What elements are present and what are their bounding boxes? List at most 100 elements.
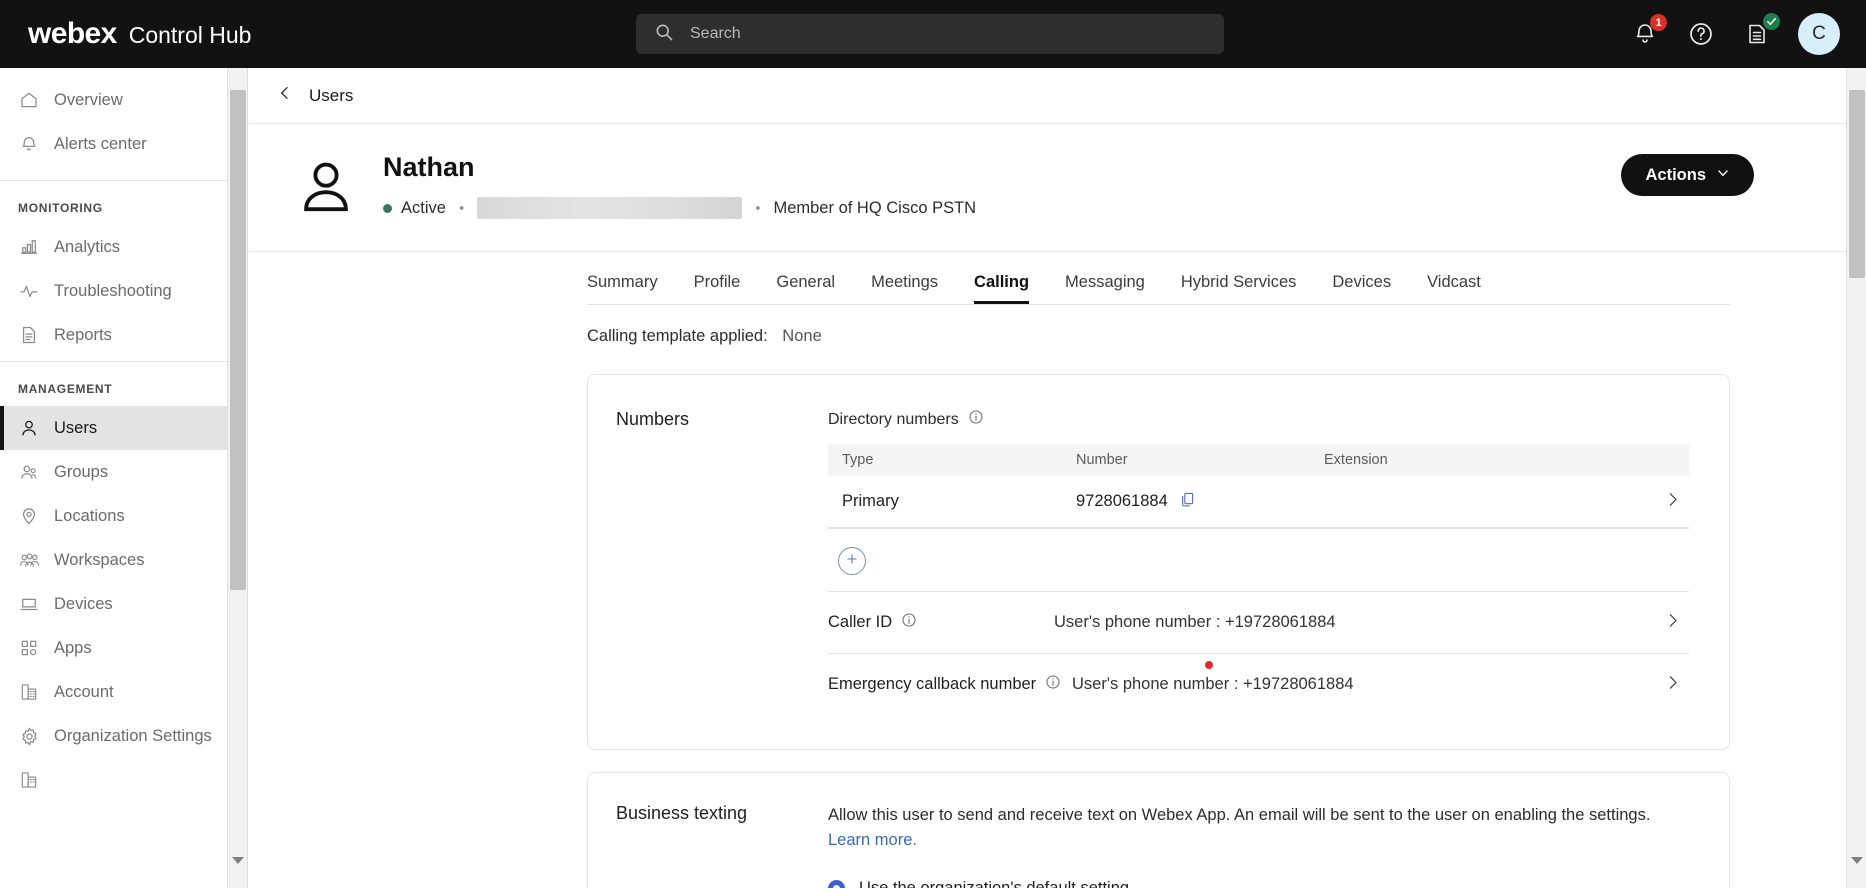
search-input[interactable]: Search (636, 14, 1224, 54)
emergency-callback-number-row[interactable]: Emergency callback number User's phone n… (828, 653, 1689, 715)
tab-devices[interactable]: Devices (1332, 273, 1391, 304)
sidebar-item-users[interactable]: Users (0, 406, 227, 450)
column-header-type: Type (842, 452, 874, 468)
search-icon (654, 22, 674, 47)
numbers-card-title: Numbers (616, 409, 690, 429)
status-badge: Active (401, 198, 446, 217)
directory-numbers-table: Type Number Extension Primary 9728061884 (828, 444, 1689, 529)
help-icon[interactable] (1686, 19, 1716, 49)
tab-profile[interactable]: Profile (694, 273, 741, 304)
table-row[interactable]: Primary 9728061884 (828, 476, 1689, 528)
tasks-complete-check-icon (1763, 13, 1780, 30)
breadcrumb-back-users[interactable]: Users (277, 85, 353, 106)
tasks-icon[interactable] (1742, 13, 1780, 49)
sidebar-section-heading-monitoring: MONITORING (18, 201, 103, 215)
user-meta-row: Active • • Member of HQ Cisco PSTN (383, 197, 976, 219)
sidebar-item-partial[interactable] (0, 758, 227, 802)
chevron-right-icon[interactable] (1664, 491, 1681, 513)
top-navigation-bar: webex Control Hub Search 1 C (0, 0, 1866, 68)
avatar[interactable]: C (1798, 13, 1840, 55)
directory-numbers-label-row: Directory numbers (828, 409, 1689, 430)
sidebar-item-devices[interactable]: Devices (0, 582, 227, 626)
sidebar-section-heading-management: MANAGEMENT (18, 382, 113, 396)
radio-option-label: Use the organization's default setting (859, 878, 1130, 888)
table-header-row: Type Number Extension (828, 444, 1689, 476)
bell-icon[interactable]: 1 (1630, 14, 1667, 49)
brand-logo[interactable]: webex Control Hub (28, 17, 251, 51)
sidebar-item-label: Apps (54, 638, 92, 657)
info-icon[interactable] (968, 409, 984, 430)
cell-number-wrap: 9728061884 (1076, 491, 1324, 513)
brand-webex-text: webex (28, 17, 117, 50)
sidebar-navigation: Overview Alerts center MONITORING Analyt… (0, 68, 228, 888)
user-email-redacted (477, 197, 743, 219)
sidebar-item-troubleshooting[interactable]: Troubleshooting (0, 269, 227, 313)
search-placeholder-text: Search (690, 25, 741, 42)
tab-vidcast[interactable]: Vidcast (1427, 273, 1481, 304)
caller-id-label-wrap: Caller ID (828, 612, 1054, 633)
sidebar-item-overview[interactable]: Overview (0, 78, 227, 122)
calling-template-row: Calling template applied: None (249, 305, 1846, 346)
actions-button[interactable]: Actions (1621, 154, 1754, 196)
caller-id-row[interactable]: Caller ID User's phone number : +1972806… (828, 591, 1689, 653)
workspaces-icon (18, 549, 40, 571)
calling-template-value: None (782, 327, 822, 345)
business-texting-description: Allow this user to send and receive text… (828, 803, 1689, 853)
sidebar-item-workspaces[interactable]: Workspaces (0, 538, 227, 582)
tab-general[interactable]: General (776, 273, 835, 304)
user-header: Nathan Active • • Member of HQ Cisco PST… (249, 124, 1846, 219)
tab-hybrid-services[interactable]: Hybrid Services (1181, 273, 1297, 304)
sidebar-item-apps[interactable]: Apps (0, 626, 227, 670)
tab-summary[interactable]: Summary (587, 273, 658, 304)
add-number-button[interactable] (838, 547, 866, 575)
copy-icon[interactable] (1179, 491, 1196, 513)
tab-meetings[interactable]: Meetings (871, 273, 938, 304)
sidebar-item-locations[interactable]: Locations (0, 494, 227, 538)
info-icon[interactable] (1045, 674, 1061, 695)
sidebar-scrollbar-thumb[interactable] (230, 90, 246, 590)
chevron-right-icon[interactable] (1664, 674, 1681, 696)
sidebar-item-reports[interactable]: Reports (0, 313, 227, 357)
column-header-extension: Extension (1324, 452, 1388, 468)
tab-messaging[interactable]: Messaging (1065, 273, 1145, 304)
plus-icon (845, 552, 859, 571)
search-container[interactable]: Search (636, 14, 1224, 54)
building-icon (18, 769, 40, 791)
sidebar-item-account[interactable]: Account (0, 670, 227, 714)
emergency-callback-label-wrap: Emergency callback number (828, 674, 1072, 695)
brand-control-hub-text: Control Hub (128, 22, 252, 48)
page-title: Nathan (383, 152, 475, 182)
pulse-icon (18, 280, 40, 302)
emergency-callback-label: Emergency callback number (828, 675, 1037, 693)
breadcrumb: Users (249, 68, 1846, 124)
chevron-right-icon[interactable] (1664, 612, 1681, 634)
apps-grid-icon (18, 637, 40, 659)
business-texting-default-option[interactable]: Use the organization's default setting (828, 879, 1689, 888)
notification-badge: 1 (1650, 14, 1667, 31)
sidebar-item-groups[interactable]: Groups (0, 450, 227, 494)
sidebar-item-analytics[interactable]: Analytics (0, 225, 227, 269)
sidebar-scrollbar[interactable] (228, 68, 248, 888)
sidebar-top-group: Overview Alerts center (0, 68, 227, 176)
bar-chart-icon (18, 236, 40, 258)
sidebar-item-label: Workspaces (54, 550, 145, 569)
location-pin-icon (18, 505, 40, 527)
main-scrollbar-thumb[interactable] (1849, 90, 1865, 278)
business-texting-card: Business texting Allow this user to send… (587, 772, 1730, 888)
tab-calling[interactable]: Calling (974, 273, 1030, 304)
user-membership-label: Member of HQ Cisco PSTN (773, 198, 977, 217)
sidebar-item-organization-settings[interactable]: Organization Settings (0, 714, 227, 758)
directory-numbers-label: Directory numbers (828, 410, 959, 428)
scroll-down-arrow-icon[interactable] (1851, 857, 1863, 882)
learn-more-link[interactable]: Learn more. (828, 831, 917, 849)
meta-separator: • (755, 199, 761, 217)
radio-button-selected[interactable] (828, 879, 845, 888)
sidebar-item-label: Alerts center (54, 134, 147, 153)
scroll-down-arrow-icon[interactable] (232, 857, 244, 882)
sidebar-item-label: Overview (54, 90, 123, 109)
sidebar-item-alerts-center[interactable]: Alerts center (0, 122, 227, 166)
main-scrollbar[interactable] (1846, 68, 1866, 888)
top-bar-icon-group: 1 C (1630, 0, 1840, 68)
info-icon[interactable] (901, 612, 917, 633)
add-number-row (828, 529, 1689, 575)
